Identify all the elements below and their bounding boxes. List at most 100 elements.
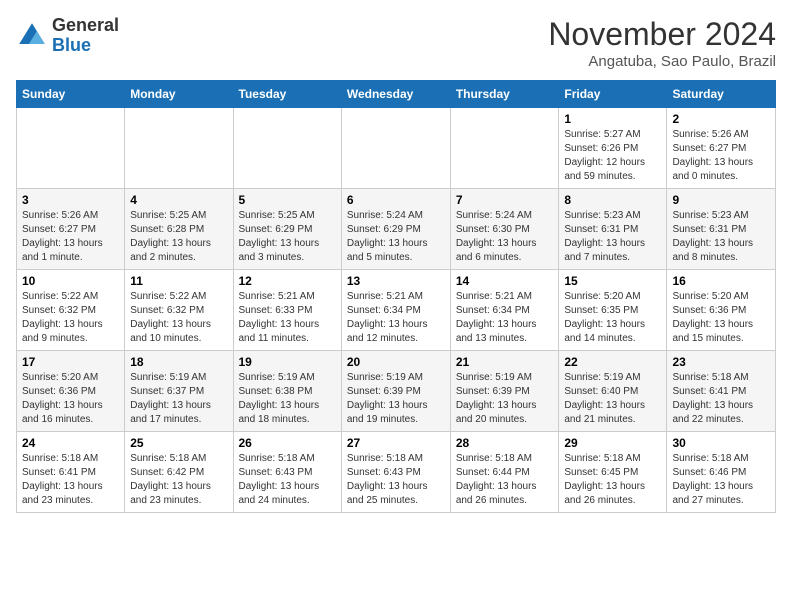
day-info: Sunrise: 5:18 AM Sunset: 6:43 PM Dayligh… [239, 452, 336, 508]
day-cell [17, 108, 125, 189]
day-number: 10 [22, 274, 119, 288]
day-info: Sunrise: 5:27 AM Sunset: 6:26 PM Dayligh… [564, 128, 661, 184]
day-number: 7 [456, 193, 554, 207]
day-cell: 16 Sunrise: 5:20 AM Sunset: 6:36 PM Dayli… [667, 270, 776, 351]
day-cell [125, 108, 233, 189]
week-row-4: 17Sunrise: 5:20 AM Sunset: 6:36 PM Dayli… [17, 351, 776, 432]
location: Angatuba, Sao Paulo, Brazil [548, 53, 776, 70]
day-info: Sunrise: 5:23 AM Sunset: 6:31 PM Dayligh… [672, 209, 770, 265]
day-cell [450, 108, 559, 189]
day-number: 23 [672, 355, 770, 369]
day-info: Sunrise: 5:21 AM Sunset: 6:33 PM Dayligh… [239, 290, 336, 346]
day-number: 30 [672, 436, 770, 450]
week-row-3: 10 Sunrise: 5:22 AM Sunset: 6:32 PM Dayli… [17, 270, 776, 351]
day-info: Sunrise: 5:20 AM Sunset: 6:36 PM Dayligh… [672, 290, 770, 346]
day-info: Sunrise: 5:20 AM Sunset: 6:35 PM Dayligh… [564, 290, 661, 346]
day-cell: 23 Sunrise: 5:18 AM Sunset: 6:41 PM Dayli… [667, 351, 776, 432]
day-info: Sunrise: 5:22 AM Sunset: 6:32 PM Dayligh… [130, 290, 227, 346]
day-cell: 12 Sunrise: 5:21 AM Sunset: 6:33 PM Dayli… [233, 270, 341, 351]
weekday-friday: Friday [559, 81, 667, 108]
day-info: Sunrise: 5:18 AM Sunset: 6:44 PM Dayligh… [456, 452, 554, 508]
day-number: 21 [456, 355, 554, 369]
day-cell: 18 Sunrise: 5:19 AM Sunset: 6:37 PM Dayli… [125, 351, 233, 432]
day-info: Sunrise: 5:24 AM Sunset: 6:30 PM Dayligh… [456, 209, 554, 265]
day-cell: 8Sunrise: 5:23 AM Sunset: 6:31 PM Daylig… [559, 189, 667, 270]
day-cell: 20 Sunrise: 5:19 AM Sunset: 6:39 PM Dayli… [341, 351, 450, 432]
day-info: Sunrise: 5:25 AM Sunset: 6:29 PM Dayligh… [239, 209, 336, 265]
weekday-tuesday: Tuesday [233, 81, 341, 108]
day-cell: 9 Sunrise: 5:23 AM Sunset: 6:31 PM Daylig… [667, 189, 776, 270]
day-info: Sunrise: 5:18 AM Sunset: 6:41 PM Dayligh… [22, 452, 119, 508]
logo: General Blue [16, 16, 119, 56]
day-number: 13 [347, 274, 445, 288]
day-number: 27 [347, 436, 445, 450]
day-info: Sunrise: 5:26 AM Sunset: 6:27 PM Dayligh… [672, 128, 770, 184]
day-info: Sunrise: 5:19 AM Sunset: 6:39 PM Dayligh… [456, 371, 554, 427]
page-header: General Blue November 2024 Angatuba, Sao… [16, 16, 776, 70]
day-number: 18 [130, 355, 227, 369]
day-cell: 27 Sunrise: 5:18 AM Sunset: 6:43 PM Dayli… [341, 432, 450, 513]
day-info: Sunrise: 5:18 AM Sunset: 6:42 PM Dayligh… [130, 452, 227, 508]
day-cell: 10Sunrise: 5:22 AM Sunset: 6:32 PM Dayli… [17, 270, 125, 351]
day-info: Sunrise: 5:19 AM Sunset: 6:38 PM Dayligh… [239, 371, 336, 427]
day-cell: 24 Sunrise: 5:18 AM Sunset: 6:41 PM Dayli… [17, 432, 125, 513]
day-cell [341, 108, 450, 189]
day-info: Sunrise: 5:21 AM Sunset: 6:34 PM Dayligh… [347, 290, 445, 346]
day-cell [233, 108, 341, 189]
day-cell: 2 Sunrise: 5:26 AM Sunset: 6:27 PM Daylig… [667, 108, 776, 189]
day-info: Sunrise: 5:18 AM Sunset: 6:45 PM Dayligh… [564, 452, 661, 508]
week-row-2: 3Sunrise: 5:26 AM Sunset: 6:27 PM Daylig… [17, 189, 776, 270]
day-cell: 25Sunrise: 5:18 AM Sunset: 6:42 PM Dayli… [125, 432, 233, 513]
day-info: Sunrise: 5:24 AM Sunset: 6:29 PM Dayligh… [347, 209, 445, 265]
day-cell: 22 Sunrise: 5:19 AM Sunset: 6:40 PM Dayli… [559, 351, 667, 432]
day-cell: 4Sunrise: 5:25 AM Sunset: 6:28 PM Daylig… [125, 189, 233, 270]
day-cell: 28Sunrise: 5:18 AM Sunset: 6:44 PM Dayli… [450, 432, 559, 513]
calendar-body: 1 Sunrise: 5:27 AM Sunset: 6:26 PM Daylig… [17, 108, 776, 513]
title-block: November 2024 Angatuba, Sao Paulo, Brazi… [548, 16, 776, 70]
day-info: Sunrise: 5:18 AM Sunset: 6:46 PM Dayligh… [672, 452, 770, 508]
weekday-header-row: SundayMondayTuesdayWednesdayThursdayFrid… [17, 81, 776, 108]
day-number: 3 [22, 193, 119, 207]
day-cell: 13 Sunrise: 5:21 AM Sunset: 6:34 PM Dayli… [341, 270, 450, 351]
day-cell: 14 Sunrise: 5:21 AM Sunset: 6:34 PM Dayli… [450, 270, 559, 351]
day-info: Sunrise: 5:21 AM Sunset: 6:34 PM Dayligh… [456, 290, 554, 346]
day-cell: 30 Sunrise: 5:18 AM Sunset: 6:46 PM Dayli… [667, 432, 776, 513]
day-info: Sunrise: 5:20 AM Sunset: 6:36 PM Dayligh… [22, 371, 119, 427]
day-info: Sunrise: 5:19 AM Sunset: 6:40 PM Dayligh… [564, 371, 661, 427]
day-cell: 29Sunrise: 5:18 AM Sunset: 6:45 PM Dayli… [559, 432, 667, 513]
day-info: Sunrise: 5:18 AM Sunset: 6:43 PM Dayligh… [347, 452, 445, 508]
weekday-sunday: Sunday [17, 81, 125, 108]
day-info: Sunrise: 5:19 AM Sunset: 6:39 PM Dayligh… [347, 371, 445, 427]
calendar-table: SundayMondayTuesdayWednesdayThursdayFrid… [16, 80, 776, 513]
day-cell: 1 Sunrise: 5:27 AM Sunset: 6:26 PM Daylig… [559, 108, 667, 189]
day-info: Sunrise: 5:18 AM Sunset: 6:41 PM Dayligh… [672, 371, 770, 427]
day-number: 19 [239, 355, 336, 369]
day-number: 16 [672, 274, 770, 288]
weekday-monday: Monday [125, 81, 233, 108]
day-number: 24 [22, 436, 119, 450]
day-number: 2 [672, 112, 770, 126]
day-number: 14 [456, 274, 554, 288]
logo-text: General Blue [52, 16, 119, 56]
day-number: 9 [672, 193, 770, 207]
day-number: 26 [239, 436, 336, 450]
day-cell: 26 Sunrise: 5:18 AM Sunset: 6:43 PM Dayli… [233, 432, 341, 513]
weekday-saturday: Saturday [667, 81, 776, 108]
day-info: Sunrise: 5:23 AM Sunset: 6:31 PM Dayligh… [564, 209, 661, 265]
day-number: 4 [130, 193, 227, 207]
day-number: 15 [564, 274, 661, 288]
day-number: 22 [564, 355, 661, 369]
weekday-wednesday: Wednesday [341, 81, 450, 108]
week-row-1: 1 Sunrise: 5:27 AM Sunset: 6:26 PM Daylig… [17, 108, 776, 189]
day-number: 6 [347, 193, 445, 207]
day-number: 20 [347, 355, 445, 369]
day-number: 12 [239, 274, 336, 288]
day-cell: 17Sunrise: 5:20 AM Sunset: 6:36 PM Dayli… [17, 351, 125, 432]
day-number: 1 [564, 112, 661, 126]
day-number: 5 [239, 193, 336, 207]
day-cell: 15 Sunrise: 5:20 AM Sunset: 6:35 PM Dayli… [559, 270, 667, 351]
day-cell: 6 Sunrise: 5:24 AM Sunset: 6:29 PM Daylig… [341, 189, 450, 270]
day-cell: 7 Sunrise: 5:24 AM Sunset: 6:30 PM Daylig… [450, 189, 559, 270]
weekday-thursday: Thursday [450, 81, 559, 108]
day-info: Sunrise: 5:19 AM Sunset: 6:37 PM Dayligh… [130, 371, 227, 427]
